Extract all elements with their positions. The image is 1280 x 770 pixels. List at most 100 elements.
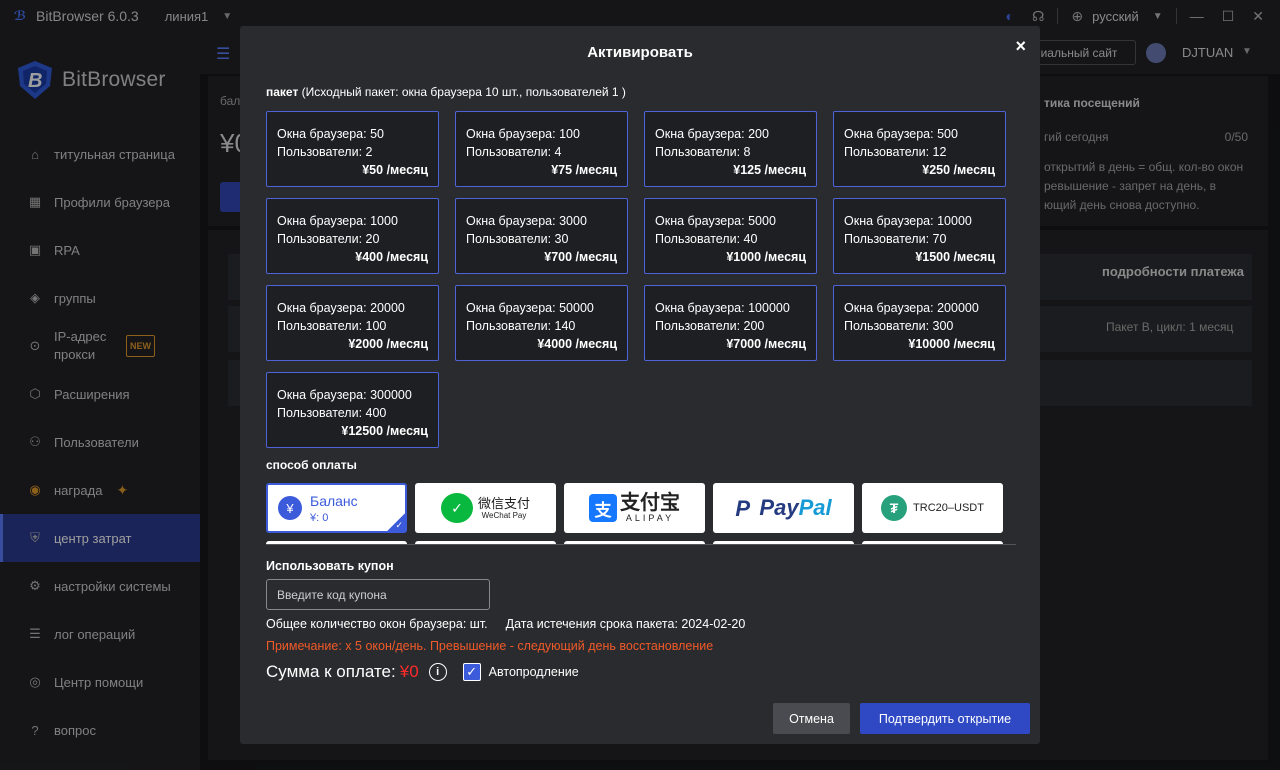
package-option[interactable]: Окна браузера: 200000 Пользователи: 300 ¥1… [833,285,1006,361]
alipay-label-en: ALIPAY [625,513,675,523]
payment-heading: способ оплаты [266,458,357,472]
package-option[interactable]: Окна браузера: 50000 Пользователи: 140 ¥40… [455,285,628,361]
total-row: Сумма к оплате: ¥0 i ✓ Автопродление [266,662,579,682]
payment-option-more[interactable] [862,541,1003,544]
payment-methods: ¥ Баланс ¥: 0 ✓ ✓ 微信支付 WeChat Pay 支 支付宝 ALI… [266,483,1016,545]
package-users: Пользователи: 100 [277,319,387,333]
package-windows: Окна браузера: 300000 [277,388,412,402]
package-windows: Окна браузера: 50000 [466,301,594,315]
wechat-label: 微信支付 [477,495,530,511]
package-price: ¥10000 /месяц [908,337,995,351]
package-windows: Окна браузера: 1000 [277,214,398,228]
balance-name: Баланс [310,493,358,509]
payment-wechat[interactable]: ✓ 微信支付 WeChat Pay [415,483,556,533]
balance-amount: ¥: 0 [310,512,329,524]
package-windows: Окна браузера: 100000 [655,301,790,315]
package-users: Пользователи: 400 [277,406,387,420]
package-option[interactable]: Окна браузера: 300000 Пользователи: 400 ¥1… [266,372,439,448]
package-users: Пользователи: 20 [277,232,380,246]
package-price: ¥50 /месяц [362,163,428,177]
package-windows: Окна браузера: 10000 [844,214,972,228]
payment-usdt[interactable]: ₮ TRC20–USDT [862,483,1003,533]
coupon-input[interactable] [266,579,490,610]
package-option[interactable]: Окна браузера: 100 Пользователи: 4 ¥75 /ме… [455,111,628,187]
payment-paypal[interactable]: P Pay Pal [713,483,854,533]
activate-dialog: Активировать × пакет (Исходный пакет: ок… [240,26,1040,744]
package-price: ¥75 /месяц [551,163,617,177]
package-windows: Окна браузера: 500 [844,127,958,141]
package-price: ¥400 /месяц [355,250,428,264]
alipay-icon: 支 [589,494,617,522]
payment-option-more[interactable] [564,541,705,544]
info-icon[interactable]: i [428,663,447,681]
package-grid: Окна браузера: 50 Пользователи: 2 ¥50 /мес… [266,111,1006,448]
package-users: Пользователи: 70 [844,232,947,246]
paypal-label: Pay [759,495,799,520]
package-windows: Окна браузера: 200000 [844,301,979,315]
autorenew-checkbox[interactable]: ✓ [462,663,481,681]
package-price: ¥2000 /месяц [348,337,428,351]
total-windows: Общее количество окон браузера: шт. [266,617,488,631]
confirm-button[interactable]: Подтвердить открытие [860,703,1030,734]
package-summary: Общее количество окон браузера: шт. Дата … [266,617,745,631]
package-users: Пользователи: 140 [466,319,576,333]
package-users: Пользователи: 40 [655,232,758,246]
package-label: пакет [266,85,299,99]
package-windows: Окна браузера: 20000 [277,301,405,315]
package-option[interactable]: Окна браузера: 3000 Пользователи: 30 ¥700 … [455,198,628,274]
package-option[interactable]: Окна браузера: 200 Пользователи: 8 ¥125 /м… [644,111,817,187]
payment-option-more[interactable] [713,541,854,544]
package-windows: Окна браузера: 3000 [466,214,587,228]
package-option[interactable]: Окна браузера: 100000 Пользователи: 200 ¥7… [644,285,817,361]
payment-alipay[interactable]: 支 支付宝 ALIPAY [564,483,705,533]
package-users: Пользователи: 300 [844,319,954,333]
package-price: ¥250 /месяц [922,163,995,177]
package-users: Пользователи: 12 [844,145,947,159]
package-price: ¥700 /месяц [544,250,617,264]
cancel-button[interactable]: Отмена [773,703,850,734]
package-windows: Окна браузера: 50 [277,127,384,141]
sum-label: Сумма к оплате: [266,662,396,681]
dialog-title: Активировать [587,44,693,61]
package-option[interactable]: Окна браузера: 500 Пользователи: 12 ¥250 /… [833,111,1006,187]
package-windows: Окна браузера: 200 [655,127,769,141]
selected-check-icon: ✓ [387,513,405,531]
package-heading: пакет (Исходный пакет: окна браузера 10 … [266,85,626,99]
package-note: (Исходный пакет: окна браузера 10 шт., п… [301,85,626,99]
alipay-label: 支付宝 [620,492,680,514]
package-users: Пользователи: 2 [277,145,373,159]
package-users: Пользователи: 8 [655,145,751,159]
package-users: Пользователи: 200 [655,319,765,333]
package-option[interactable]: Окна браузера: 1000 Пользователи: 20 ¥400 … [266,198,439,274]
yen-icon: ¥ [278,496,302,520]
payment-option-more[interactable] [415,541,556,544]
package-price: ¥1500 /месяц [915,250,995,264]
wechat-label-en: WeChat Pay [481,510,527,520]
package-price: ¥125 /месяц [733,163,806,177]
payment-balance[interactable]: ¥ Баланс ¥: 0 ✓ [266,483,407,533]
package-option[interactable]: Окна браузера: 5000 Пользователи: 40 ¥1000… [644,198,817,274]
package-option[interactable]: Окна браузера: 50 Пользователи: 2 ¥50 /мес… [266,111,439,187]
expiry-date: Дата истечения срока пакета: 2024-02-20 [505,617,746,631]
paypal-label: Pal [798,495,832,520]
package-option[interactable]: Окна браузера: 20000 Пользователи: 100 ¥20… [266,285,439,361]
wechat-pay-icon: ✓ [440,493,473,523]
coupon-heading: Использовать купон [266,559,394,573]
note-text: Примечание: x 5 окон/день. Превышение - … [266,639,714,653]
sum-value: ¥0 [399,662,419,681]
payment-option-more[interactable] [266,541,407,544]
package-price: ¥4000 /месяц [537,337,617,351]
package-price: ¥1000 /месяц [726,250,806,264]
usdt-label: TRC20–USDT [913,502,984,514]
package-users: Пользователи: 4 [466,145,562,159]
package-price: ¥12500 /месяц [341,424,428,438]
package-windows: Окна браузера: 5000 [655,214,776,228]
paypal-icon: P [735,496,751,521]
package-option[interactable]: Окна браузера: 10000 Пользователи: 70 ¥150… [833,198,1006,274]
autorenew-label[interactable]: Автопродление [489,665,579,679]
tether-icon: ₮ [881,495,908,521]
close-icon[interactable]: × [1015,36,1026,57]
package-users: Пользователи: 30 [466,232,569,246]
package-windows: Окна браузера: 100 [466,127,580,141]
package-price: ¥7000 /месяц [726,337,806,351]
